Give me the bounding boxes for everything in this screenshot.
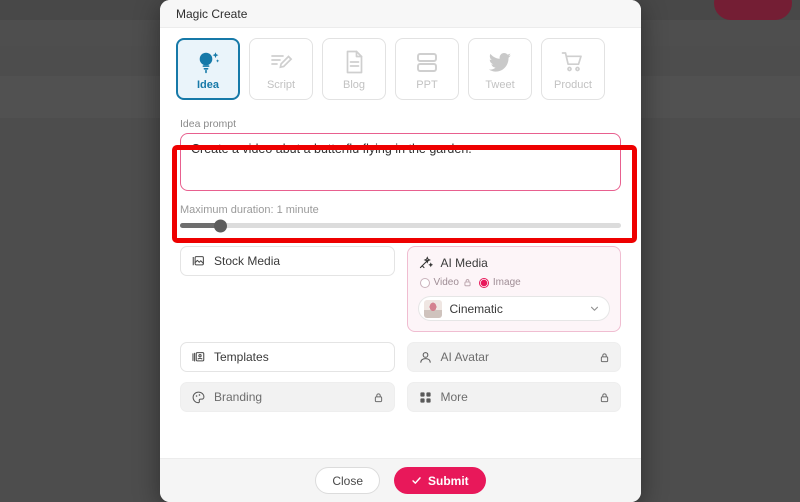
tab-script[interactable]: Script — [249, 38, 313, 100]
check-icon — [411, 475, 422, 486]
slides-icon — [413, 48, 441, 76]
magic-wand-icon — [418, 255, 433, 270]
modal-body: Idea Script Blog PPT Tweet Product Idea … — [160, 28, 641, 458]
templates-icon — [191, 350, 206, 365]
chevron-down-icon — [589, 303, 600, 314]
document-icon — [340, 48, 368, 76]
tab-label: PPT — [416, 78, 438, 91]
radio-video[interactable]: Video — [419, 277, 472, 288]
twitter-bird-icon — [486, 48, 514, 76]
lock-icon — [463, 278, 472, 287]
duration-label: Maximum duration: 1 minute — [180, 204, 319, 216]
tab-label: Idea — [196, 78, 219, 91]
person-icon — [418, 350, 433, 365]
radio-indicator — [419, 277, 430, 288]
ai-avatar-button[interactable]: AI Avatar — [406, 342, 621, 372]
tab-product[interactable]: Product — [541, 38, 605, 100]
radio-label: Image — [492, 277, 521, 288]
tab-tweet[interactable]: Tweet — [468, 38, 532, 100]
option-label: AI Avatar — [440, 350, 489, 364]
submit-button[interactable]: Submit — [394, 467, 486, 494]
close-button[interactable]: Close — [315, 467, 380, 494]
tab-label: Script — [266, 78, 296, 91]
ai-media-label: AI Media — [440, 255, 488, 270]
magic-create-modal: Magic Create Idea Script Blog PPT Tweet … — [160, 0, 641, 502]
option-label: Stock Media — [214, 254, 281, 268]
tab-label: Product — [554, 78, 592, 91]
ai-media-type-radios: Video Image — [418, 277, 611, 288]
lock-icon — [599, 392, 610, 403]
tab-idea[interactable]: Idea — [176, 38, 240, 100]
radio-indicator — [478, 277, 489, 288]
idea-prompt-label: Idea prompt — [180, 118, 237, 130]
palette-icon — [191, 390, 206, 405]
style-thumbnail — [423, 299, 442, 318]
tab-label: Blog — [342, 78, 366, 91]
idea-prompt-input[interactable] — [180, 133, 621, 191]
radio-image[interactable]: Image — [478, 277, 521, 288]
submit-label: Submit — [428, 473, 469, 488]
more-button[interactable]: More — [406, 382, 621, 412]
ai-style-value: Cinematic — [449, 301, 503, 316]
duration-slider-thumb[interactable] — [213, 219, 227, 232]
image-stack-icon — [191, 254, 206, 269]
shopping-cart-icon — [559, 48, 587, 76]
ai-media-panel: AI Media Video Image Cinematic — [406, 246, 621, 332]
grid-icon — [418, 390, 433, 405]
branding-button[interactable]: Branding — [180, 382, 395, 412]
tab-blog[interactable]: Blog — [322, 38, 386, 100]
script-pencil-icon — [267, 48, 295, 76]
top-right-pill-button[interactable] — [714, 0, 792, 20]
lock-icon — [599, 352, 610, 363]
modal-footer: Close Submit — [160, 458, 641, 502]
lightbulb-sparkle-icon — [194, 48, 222, 76]
stock-media-button[interactable]: Stock Media — [180, 246, 395, 276]
option-label: More — [440, 390, 468, 404]
modal-title: Magic Create — [176, 6, 248, 21]
options-grid: Stock Media AI Media Video Image Cinemat… — [176, 246, 625, 412]
idea-prompt-section: Idea prompt — [176, 112, 625, 200]
option-label: Templates — [214, 350, 269, 364]
tab-label: Tweet — [485, 78, 515, 91]
option-label: Branding — [214, 390, 263, 404]
ai-media-header: AI Media — [418, 255, 611, 270]
content-type-tabs: Idea Script Blog PPT Tweet Product — [176, 38, 625, 100]
tab-ppt[interactable]: PPT — [395, 38, 459, 100]
lock-icon — [373, 392, 384, 403]
modal-header: Magic Create — [160, 0, 641, 28]
duration-slider[interactable] — [180, 219, 621, 232]
radio-label: Video — [433, 277, 459, 288]
templates-button[interactable]: Templates — [180, 342, 395, 372]
ai-style-dropdown[interactable]: Cinematic — [417, 296, 610, 321]
duration-section: Maximum duration: 1 minute — [176, 204, 625, 232]
